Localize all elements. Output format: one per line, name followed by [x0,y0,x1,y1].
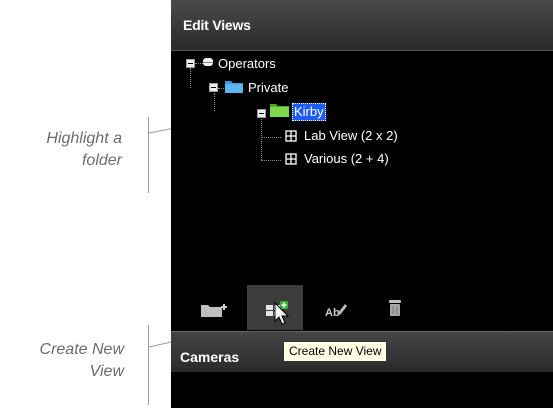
rename-button[interactable]: Ab [307,285,363,330]
rename-icon: Ab [325,304,347,319]
panel-title: Edit Views [183,17,251,33]
mouse-cursor-icon [274,302,290,325]
folder-green-icon [270,104,289,117]
tree-label-kirby-selected: Kirby [292,103,326,121]
new-folder-icon [201,304,227,317]
tree-label-view-2: Various (2 + 4) [304,151,389,166]
folder-blue-icon [225,81,243,93]
operators-icon [203,58,213,66]
cameras-title: Cameras [180,349,240,365]
collapse-toggle-kirby[interactable] [257,109,266,118]
new-folder-button[interactable] [187,285,243,330]
tree-label-operators: Operators [218,56,276,71]
tree-label-view-1: Lab View (2 x 2) [304,128,398,143]
tooltip-create-new-view: Create New View [283,341,388,362]
grid-view-icon [285,153,297,165]
grid-view-icon [285,130,297,142]
svg-text:Ab: Ab [325,307,340,319]
collapse-toggle-operators[interactable] [186,59,195,68]
edit-views-header: Edit Views [171,0,553,51]
tree-label-private: Private [248,80,289,95]
delete-button[interactable] [367,285,423,330]
views-toolbar: Ab [171,285,553,330]
collapse-toggle-private[interactable] [209,83,218,92]
views-tree: Operators Private Kirby Lab View (2 x 2)… [171,50,553,280]
trash-icon [389,300,401,316]
edit-views-panel: Edit Views Operators Private Kirby Lab V… [171,0,553,408]
